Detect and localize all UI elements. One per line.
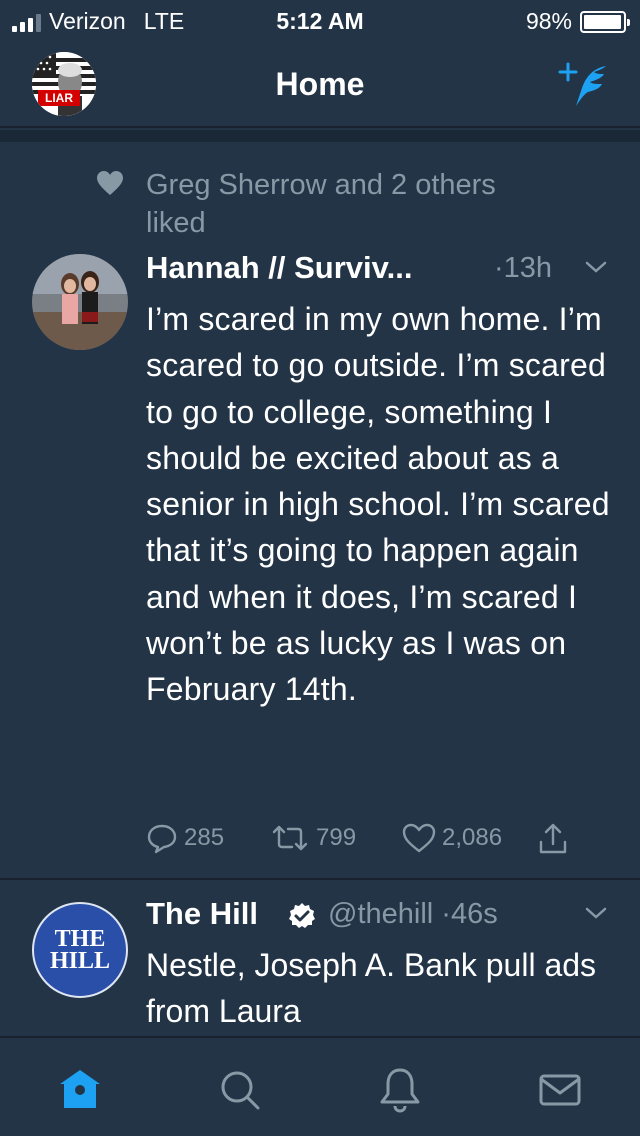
tweet-header: Hannah // Surviv... ·13h (146, 250, 616, 294)
nav-bar: LIAR Home (0, 40, 640, 128)
heart-outline-icon (402, 823, 436, 853)
social-context-text: Greg Sherrow and 2 others liked (146, 169, 496, 239)
search-icon (221, 1071, 260, 1110)
chevron-down-icon[interactable] (584, 904, 608, 922)
retweet-button[interactable]: 799 (270, 822, 356, 854)
tab-home[interactable] (56, 1066, 104, 1114)
logo-line-1: THE (54, 926, 106, 952)
user-avatar[interactable] (32, 254, 128, 350)
status-right: 98% (525, 8, 630, 35)
tweet-text: Nestle, Joseph A. Bank pull ads from Lau… (146, 947, 597, 1030)
tab-notifications[interactable] (376, 1066, 424, 1114)
compose-feather-icon (558, 62, 606, 106)
mail-icon (539, 1074, 581, 1106)
section-divider (0, 130, 640, 142)
like-button[interactable]: 2,086 (402, 822, 502, 854)
retweet-icon (272, 825, 308, 851)
battery-icon (580, 10, 630, 33)
heart-icon (97, 171, 123, 195)
page-title: Home (275, 66, 365, 102)
reply-icon (147, 824, 177, 854)
tab-search[interactable] (216, 1066, 264, 1114)
tweet-divider (0, 878, 640, 880)
author-handle: @thehill ·46s (328, 898, 498, 930)
author-name[interactable]: Hannah // Surviv... (146, 250, 412, 285)
compose-tweet-button[interactable] (558, 60, 614, 108)
handle-text: @thehill (328, 898, 434, 930)
battery-percent: 98% (525, 8, 572, 34)
tab-bar (0, 1036, 640, 1136)
tweet-time: ·13h (494, 252, 553, 284)
user-avatar[interactable]: THE HILL (32, 902, 128, 998)
user-photo-image (32, 254, 128, 350)
home-icon (60, 1070, 100, 1108)
reply-button[interactable]: 285 (146, 822, 224, 854)
verified-badge-icon (289, 903, 315, 928)
tweet-time-value: 13h (503, 252, 553, 284)
social-context: Greg Sherrow and 2 others liked (96, 166, 516, 242)
author-name[interactable]: The Hill (146, 896, 258, 932)
share-icon (539, 823, 567, 854)
tweet-header: The Hill @thehill ·46s (146, 896, 616, 940)
retweet-count: 799 (316, 824, 357, 851)
tweet-time-value: 46s (450, 898, 498, 930)
status-bar: Verizon LTE 5:12 AM 98% (0, 0, 640, 40)
tab-messages[interactable] (536, 1066, 584, 1114)
the-hill-logo: THE HILL (34, 926, 126, 974)
tweet-text: I’m scared in my own home. I’m scared to… (146, 301, 610, 708)
chevron-down-icon[interactable] (584, 258, 608, 276)
bell-icon (380, 1068, 420, 1113)
like-count: 2,086 (442, 824, 503, 851)
tweet-actions: 285 799 2,086 (146, 822, 586, 862)
share-button[interactable] (538, 822, 568, 856)
reply-count: 285 (184, 824, 225, 851)
logo-line-2: HILL (49, 948, 111, 974)
